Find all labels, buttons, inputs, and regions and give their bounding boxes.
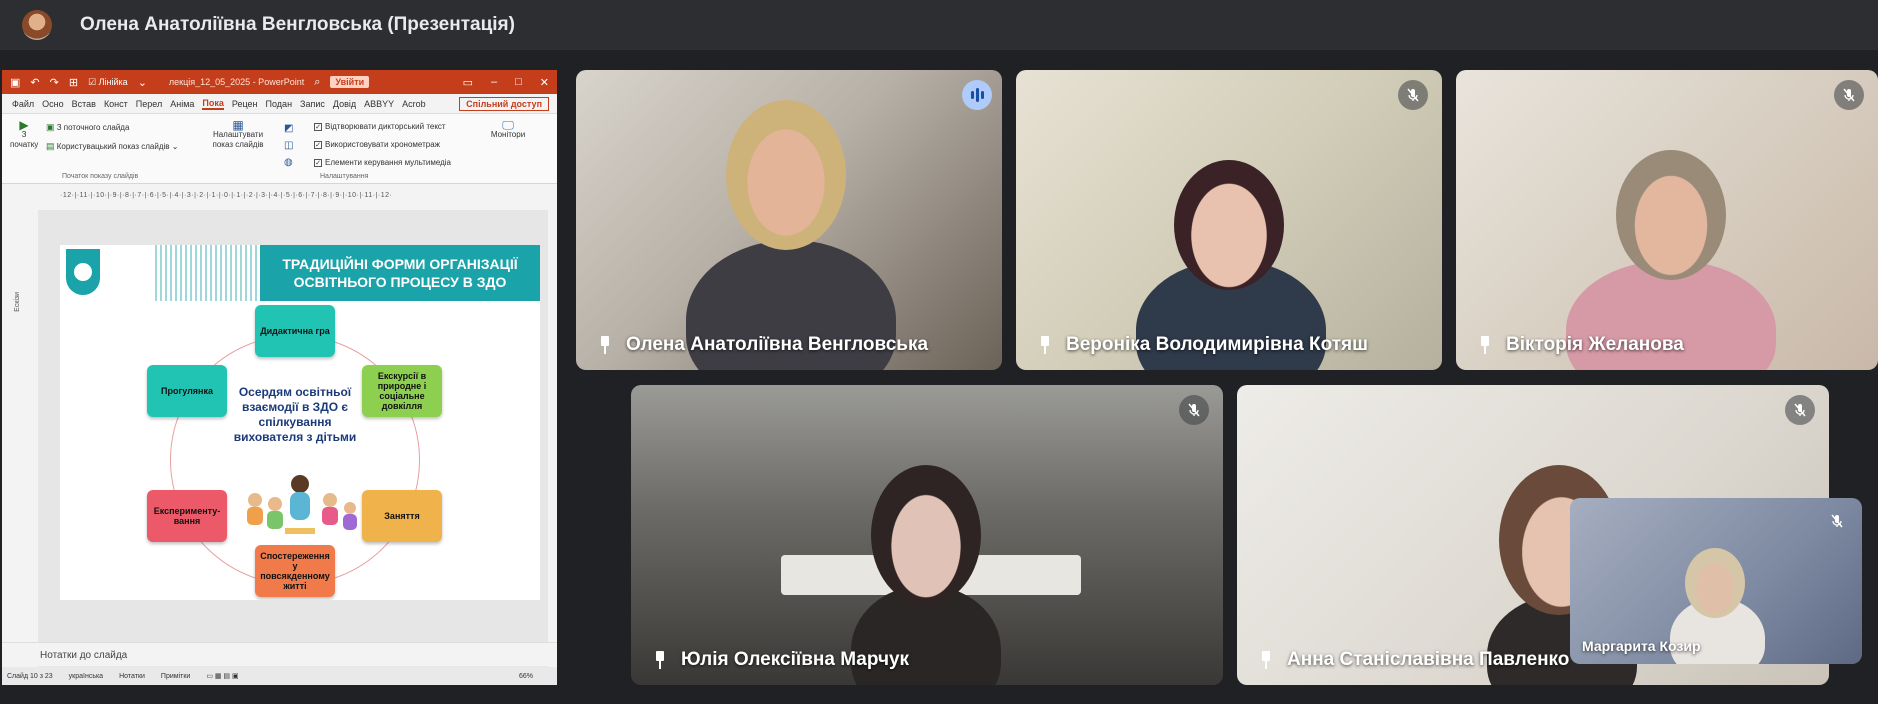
tab-design[interactable]: Конст <box>104 99 128 109</box>
share-button[interactable]: Спільний доступ <box>459 96 549 111</box>
node-walk: Прогулянка <box>147 365 227 417</box>
from-current-button[interactable]: ▣ З поточного слайда <box>46 122 129 133</box>
children-illustration <box>247 475 357 534</box>
pin-icon[interactable] <box>598 336 612 354</box>
custom-show-button[interactable]: ▤ Користувацький показ слайдів ⌄ <box>46 141 178 152</box>
ruler-toggle[interactable]: ☑ Лінійка <box>88 77 128 88</box>
mic-off-icon <box>1785 395 1815 425</box>
custom-show-icon: ▤ <box>46 141 55 151</box>
shared-screen: ▣ ↶ ↷ ⊞ ☑ Лінійка ⌄ лекція_12_05_2025 - … <box>2 70 557 685</box>
thumbnails-toggle[interactable]: Ескізи <box>14 292 21 312</box>
participant-name: Анна Станіславівна Павленко <box>1237 649 1569 671</box>
notes-pane[interactable]: Нотатки до слайда <box>2 642 557 666</box>
decor-stripes <box>155 245 260 301</box>
institution-logo <box>66 249 100 295</box>
tab-view[interactable]: Подан <box>266 99 293 109</box>
tab-review[interactable]: Рецен <box>232 99 258 109</box>
participant-tile[interactable]: Олена Анатоліївна Венгловська <box>576 70 1002 370</box>
slide-center-text: Осердям освітньої взаємодії в ЗДО є спіл… <box>233 385 357 444</box>
record-icon[interactable]: ◍ <box>284 154 293 171</box>
mic-off-icon <box>1834 80 1864 110</box>
present-icon[interactable]: ⊞ <box>69 76 78 89</box>
ppt-titlebar: ▣ ↶ ↷ ⊞ ☑ Лінійка ⌄ лекція_12_05_2025 - … <box>2 70 557 94</box>
ribbon-tabs: Файл Осно Встав Конст Перел Аніма Пока Р… <box>2 94 557 114</box>
tab-animations[interactable]: Аніма <box>170 99 194 109</box>
ribbon: ▶ З початку ▣ З поточного слайда ▤ Корис… <box>2 114 557 184</box>
node-excursions: Екскурсії в природне і соціальне довкілл… <box>362 365 442 417</box>
participant-name: Вікторія Желанова <box>1456 334 1684 356</box>
pin-icon[interactable] <box>1038 336 1052 354</box>
comments-button[interactable]: Примітки <box>161 673 190 680</box>
status-bar: Слайд 10 з 23 українська Нотатки Примітк… <box>2 667 557 685</box>
pin-icon[interactable] <box>1259 651 1273 669</box>
tab-help[interactable]: Довід <box>333 99 356 109</box>
play-icon: ▶ <box>19 118 29 132</box>
media-controls-option[interactable]: ✓ Елементи керування мультимедіа <box>314 158 451 167</box>
pin-icon[interactable] <box>1478 336 1492 354</box>
participant-tile[interactable]: Вікторія Желанова <box>1456 70 1878 370</box>
notes-button[interactable]: Нотатки <box>119 673 145 680</box>
participant-name: Олена Анатоліївна Венгловська <box>576 334 928 356</box>
mic-off-icon <box>1179 395 1209 425</box>
tab-home[interactable]: Осно <box>42 99 63 109</box>
ribbon-display-icon[interactable]: ▭ <box>463 76 473 89</box>
tab-record[interactable]: Запис <box>300 99 325 109</box>
self-view-tile[interactable]: Маргарита Козир <box>1570 498 1862 664</box>
minimize-icon[interactable]: – <box>491 76 497 89</box>
setup-icon: ▦ <box>232 118 244 132</box>
group-start-label: Початок показу слайдів <box>62 173 139 180</box>
zoom-level[interactable]: 66% <box>519 673 533 680</box>
group-setup-label: Налаштування <box>320 173 369 180</box>
presenter-avatar <box>22 10 52 40</box>
participant-name: Вероніка Володимирівна Котяш <box>1016 334 1368 356</box>
tab-transitions[interactable]: Перел <box>136 99 162 109</box>
horizontal-ruler: ·12·|·11·|·10·|·9·|·8·|·7·|·6·|·5·|·4·|·… <box>60 192 393 199</box>
slide-title: ТРАДИЦІЙНІ ФОРМИ ОРГАНІЗАЦІЇ ОСВІТНЬОГО … <box>260 245 540 301</box>
pin-icon[interactable] <box>653 651 667 669</box>
tab-acrobat[interactable]: Acrob <box>402 99 426 109</box>
hide-slide-icon[interactable]: ◩ <box>284 120 293 137</box>
current-slide-icon: ▣ <box>46 122 55 132</box>
slide-counter: Слайд 10 з 23 <box>7 672 53 680</box>
participant-tile[interactable]: Юлія Олексіївна Марчук <box>631 385 1223 685</box>
speaking-indicator-icon <box>962 80 992 110</box>
language-indicator[interactable]: українська <box>69 673 103 680</box>
mic-off-icon <box>1824 508 1850 534</box>
ppt-doc-title: лекція_12_05_2025 - PowerPoint <box>168 77 305 87</box>
slide: ТРАДИЦІЙНІ ФОРМИ ОРГАНІЗАЦІЇ ОСВІТНЬОГО … <box>60 245 540 600</box>
tab-slideshow[interactable]: Пока <box>202 98 224 110</box>
undo-icon[interactable]: ↶ <box>30 76 39 89</box>
setup-show-button[interactable]: ▦ Налаштувати показ слайдів <box>210 118 266 150</box>
redo-icon[interactable]: ↷ <box>50 76 59 89</box>
customize-icon[interactable]: ⌄ <box>138 76 147 89</box>
tab-file[interactable]: Файл <box>12 99 34 109</box>
signin-button[interactable]: Увійти <box>330 76 370 88</box>
participant-tile[interactable]: Вероніка Володимирівна Котяш <box>1016 70 1442 370</box>
presentation-title: Олена Анатоліївна Венгловська (Презентац… <box>80 14 515 35</box>
search-icon[interactable]: ⌕ <box>314 76 320 89</box>
participant-name: Маргарита Козир <box>1582 638 1701 654</box>
from-start-button[interactable]: ▶ З початку <box>10 118 38 150</box>
node-experimenting: Експерименту-вання <box>147 490 227 542</box>
node-lesson: Заняття <box>362 490 442 542</box>
rehearse-icon[interactable]: ◫ <box>284 137 293 154</box>
monitors-button[interactable]: 🖵 Монітори <box>488 118 528 140</box>
close-icon[interactable]: ✕ <box>540 76 549 89</box>
save-icon[interactable]: ▣ <box>10 76 20 89</box>
timings-option[interactable]: ✓ Використовувати хронометраж <box>314 140 440 149</box>
meeting-header: Олена Анатоліївна Венгловська (Презентац… <box>0 0 1878 50</box>
tab-abbyy[interactable]: ABBYY <box>364 99 394 109</box>
view-buttons[interactable]: ▭ ▦ ▤ ▣ <box>206 672 238 680</box>
narration-option[interactable]: ✓ Відтворювати дикторський текст <box>314 122 446 131</box>
side-icons: ◩ ◫ ◍ <box>284 120 293 171</box>
participant-name: Юлія Олексіївна Марчук <box>631 649 909 671</box>
mic-off-icon <box>1398 80 1428 110</box>
node-observation: Спостереження у повсякденному житті <box>255 545 335 597</box>
tab-insert[interactable]: Встав <box>72 99 96 109</box>
monitor-icon: 🖵 <box>502 118 514 132</box>
node-didactic-game: Дидактична гра <box>255 305 335 357</box>
maximize-icon[interactable]: □ <box>515 76 522 89</box>
